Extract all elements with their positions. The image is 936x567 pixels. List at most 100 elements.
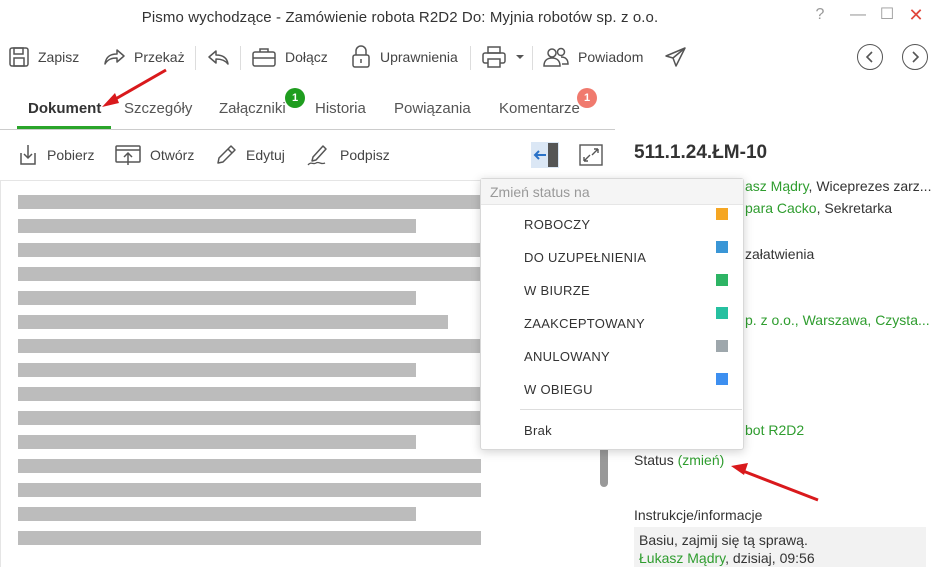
signature-icon bbox=[307, 145, 327, 166]
notify-button[interactable]: Powiadom bbox=[542, 40, 643, 74]
forward-button[interactable]: Przekaż bbox=[102, 40, 185, 74]
download-button[interactable]: Pobierz bbox=[17, 140, 94, 170]
document-text-line bbox=[18, 387, 481, 401]
status-option-w-obiegu[interactable]: W OBIEGU bbox=[524, 382, 593, 397]
toolbar-divider bbox=[240, 46, 241, 70]
recipient-link[interactable]: p. z o.o., Warszawa, Czysta... bbox=[745, 312, 930, 328]
document-text-line bbox=[18, 483, 481, 497]
chevron-left-icon bbox=[865, 51, 873, 63]
status-color-swatch bbox=[716, 373, 728, 385]
document-text-line bbox=[18, 435, 416, 449]
toolbar-divider bbox=[470, 46, 471, 70]
instruction-time: , dzisiaj, 09:56 bbox=[725, 550, 815, 566]
chevron-right-icon bbox=[912, 51, 920, 63]
document-text-line bbox=[18, 195, 481, 209]
save-label: Zapisz bbox=[38, 49, 80, 65]
document-text-line bbox=[18, 267, 481, 281]
document-text-line bbox=[18, 219, 416, 233]
status-option-none[interactable]: Brak bbox=[524, 423, 552, 438]
maximize-button[interactable]: ☐ bbox=[877, 5, 897, 25]
next-button[interactable] bbox=[902, 44, 928, 70]
reply-icon bbox=[208, 50, 229, 65]
author-row: asz Mądry, Wiceprezes zarz... bbox=[745, 178, 931, 194]
assignee-row: para Cacko, Sekretarka bbox=[745, 200, 892, 216]
instruction-meta: Łukasz Mądry, dzisiaj, 09:56 bbox=[639, 550, 815, 566]
sign-button[interactable]: Podpisz bbox=[306, 140, 390, 170]
attachments-count-badge: 1 bbox=[285, 88, 305, 108]
forward-label: Przekaż bbox=[134, 49, 185, 65]
tab-szczegoly[interactable]: Szczegóły bbox=[124, 100, 192, 117]
expand-icon bbox=[579, 144, 603, 166]
toolbar-divider bbox=[195, 46, 196, 70]
document-text-line bbox=[18, 315, 448, 329]
tab-komentarze[interactable]: Komentarze bbox=[499, 100, 580, 117]
status-option-zaakceptowany[interactable]: ZAAKCEPTOWANY bbox=[524, 316, 645, 331]
send-button[interactable] bbox=[664, 40, 696, 74]
attach-label: Dołącz bbox=[285, 49, 328, 65]
status-option-w-biurze[interactable]: W BIURZE bbox=[524, 283, 590, 298]
users-icon bbox=[543, 47, 569, 67]
tab-historia[interactable]: Historia bbox=[315, 100, 366, 117]
instruction-author-link[interactable]: Łukasz Mądry bbox=[639, 550, 725, 566]
permissions-label: Uprawnienia bbox=[380, 49, 458, 65]
forward-icon bbox=[104, 49, 125, 65]
save-icon bbox=[9, 47, 29, 67]
attach-button[interactable]: Dołącz bbox=[251, 40, 328, 74]
document-text-line bbox=[18, 459, 481, 473]
printer-icon bbox=[482, 46, 506, 68]
reply-button[interactable] bbox=[206, 40, 240, 74]
document-text-line bbox=[18, 339, 481, 353]
instructions-label: Instrukcje/informacje bbox=[634, 507, 763, 523]
status-option-roboczy[interactable]: ROBOCZY bbox=[524, 217, 590, 232]
status-color-swatch bbox=[716, 307, 728, 319]
expand-button[interactable] bbox=[578, 143, 604, 170]
permissions-button[interactable]: Uprawnienia bbox=[350, 40, 458, 74]
pencil-icon bbox=[217, 145, 236, 164]
help-button[interactable]: ? bbox=[810, 5, 830, 25]
toolbar-divider bbox=[532, 46, 533, 70]
assignee-link[interactable]: para Cacko bbox=[745, 200, 817, 216]
dropdown-divider bbox=[520, 409, 742, 410]
edit-label: Edytuj bbox=[246, 147, 285, 163]
tab-powiazania[interactable]: Powiązania bbox=[394, 100, 471, 117]
status-option-do-uzupelnienia[interactable]: DO UZUPEŁNIENIA bbox=[524, 250, 646, 265]
status-color-swatch bbox=[716, 274, 728, 286]
comments-count-badge: 1 bbox=[577, 88, 597, 108]
send-icon bbox=[665, 47, 686, 67]
status-dropdown: Zmień status na ROBOCZY DO UZUPEŁNIENIA … bbox=[480, 178, 744, 450]
main-toolbar: Zapisz Przekaż Dołącz Uprawnienia Powiad… bbox=[0, 40, 936, 74]
tab-dokument[interactable]: Dokument bbox=[28, 100, 101, 117]
status-label: Status bbox=[634, 452, 674, 468]
document-text-line bbox=[18, 243, 481, 257]
document-number: 511.1.24.ŁM-10 bbox=[634, 142, 768, 163]
minimize-button[interactable]: — bbox=[848, 5, 868, 25]
tab-zalaczniki[interactable]: Załączniki bbox=[219, 100, 286, 117]
collapse-left-icon bbox=[531, 142, 559, 168]
notify-label: Powiadom bbox=[578, 49, 644, 65]
status-dropdown-header: Zmień status na bbox=[481, 179, 743, 205]
subject-link[interactable]: bot R2D2 bbox=[745, 422, 804, 438]
tab-bar: Dokument Szczegóły Załączniki 1 Historia… bbox=[0, 86, 615, 130]
status-color-swatch bbox=[716, 208, 728, 220]
open-label: Otwórz bbox=[150, 147, 195, 163]
save-button[interactable]: Zapisz bbox=[8, 40, 79, 74]
document-text-line bbox=[18, 507, 416, 521]
collapse-panel-button[interactable] bbox=[531, 142, 559, 171]
briefcase-icon bbox=[252, 48, 276, 67]
print-button[interactable] bbox=[481, 40, 533, 74]
download-icon bbox=[20, 145, 36, 165]
status-change-link[interactable]: (zmień) bbox=[678, 452, 725, 468]
author-link[interactable]: asz Mądry bbox=[745, 178, 809, 194]
author-role: , Wiceprezes zarz... bbox=[808, 178, 932, 194]
status-color-swatch bbox=[716, 340, 728, 352]
edit-button[interactable]: Edytuj bbox=[214, 140, 285, 170]
chevron-down-icon bbox=[516, 55, 524, 59]
status-option-anulowany[interactable]: ANULOWANY bbox=[524, 349, 610, 364]
lock-icon bbox=[352, 45, 370, 68]
resolution-text: załatwienia bbox=[745, 246, 815, 262]
assignee-role: , Sekretarka bbox=[816, 200, 893, 216]
document-text-line bbox=[18, 411, 481, 425]
close-button[interactable]: ✕ bbox=[906, 5, 926, 25]
open-button[interactable]: Otwórz bbox=[114, 140, 194, 170]
previous-button[interactable] bbox=[857, 44, 883, 70]
